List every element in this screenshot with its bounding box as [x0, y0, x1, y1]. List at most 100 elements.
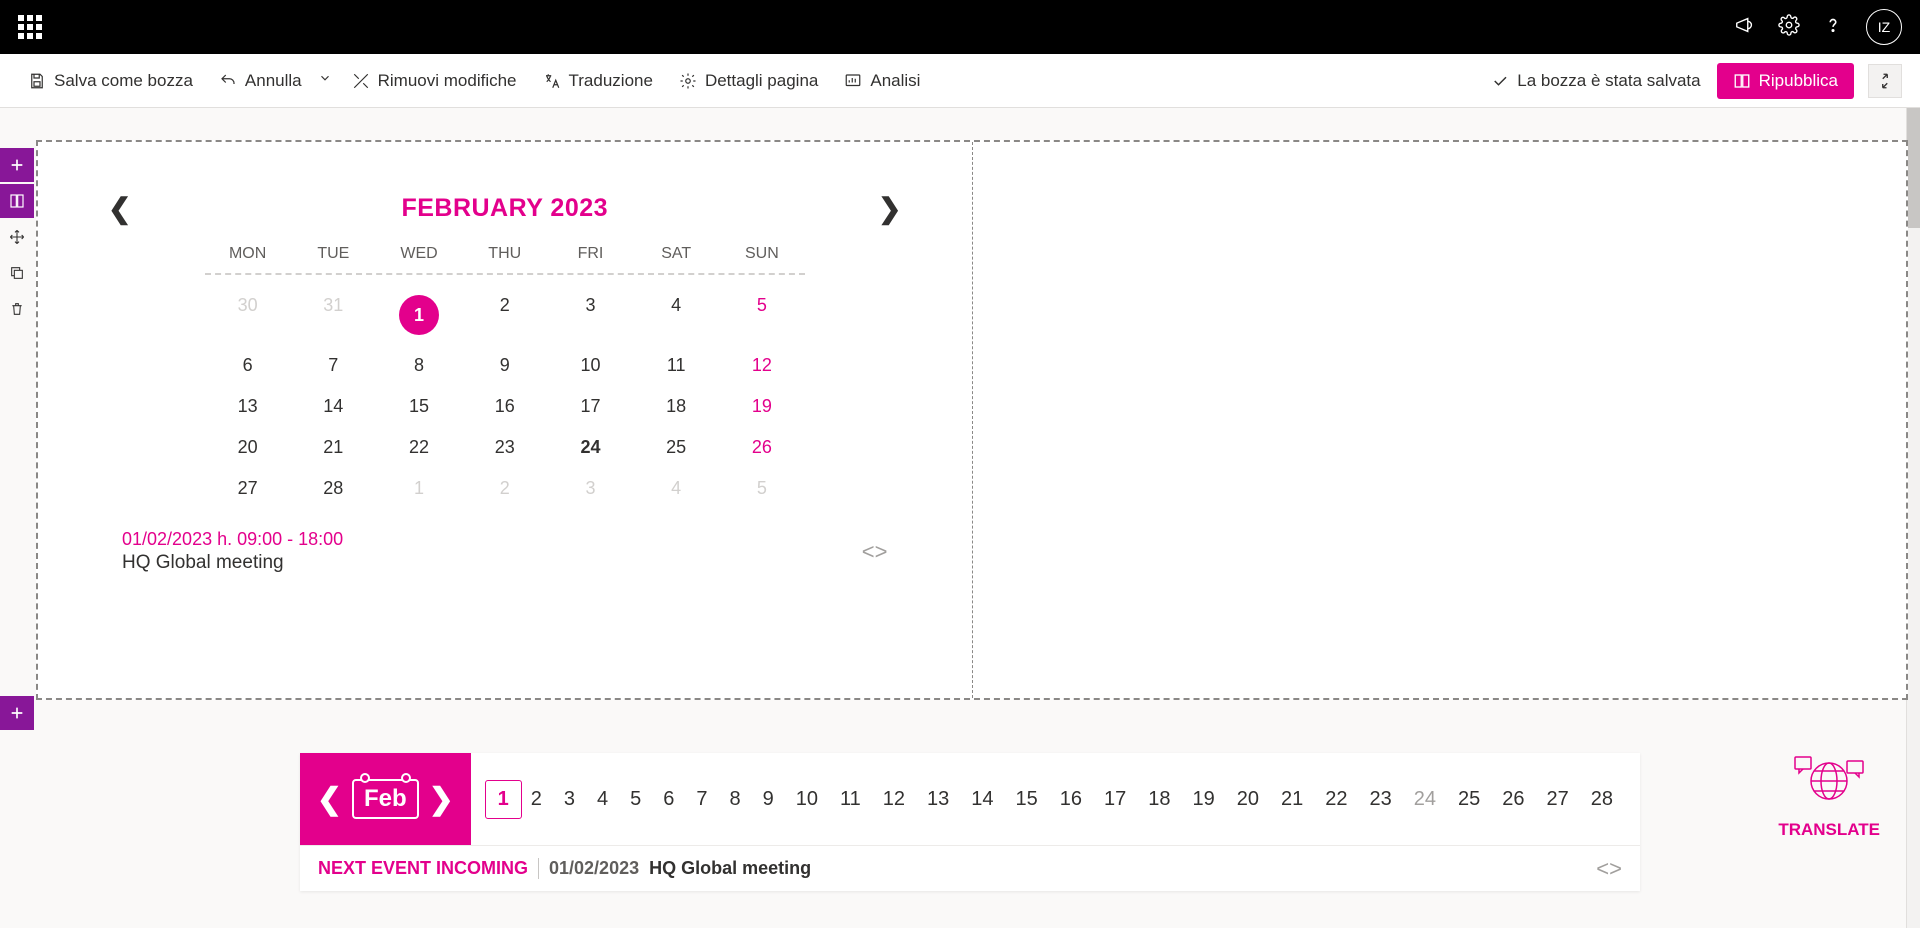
calendar-day[interactable]: 27	[205, 468, 291, 509]
calendar-day[interactable]: 11	[633, 345, 719, 386]
calendar-day[interactable]: 4	[633, 285, 719, 345]
calendar-day[interactable]: 31	[290, 285, 376, 345]
strip-day[interactable]: 25	[1447, 782, 1491, 817]
calendar-day[interactable]: 5	[719, 285, 805, 345]
calendar-day[interactable]: 21	[290, 427, 376, 468]
strip-day[interactable]: 19	[1182, 782, 1226, 817]
strip-day[interactable]: 18	[1137, 782, 1181, 817]
user-avatar[interactable]: IZ	[1866, 9, 1902, 45]
calendar-day[interactable]: 28	[290, 468, 376, 509]
strip-day[interactable]: 24	[1403, 782, 1447, 817]
embed-code-icon[interactable]: <>	[862, 539, 888, 565]
strip-embed-icon[interactable]: <>	[1596, 856, 1622, 882]
duplicate-webpart-button[interactable]	[0, 256, 34, 290]
calendar-day[interactable]: 2	[462, 285, 548, 345]
strip-day[interactable]: 12	[872, 782, 916, 817]
help-icon[interactable]	[1822, 14, 1844, 41]
strip-day[interactable]: 5	[619, 782, 652, 817]
undo-dropdown[interactable]	[314, 65, 336, 96]
collapse-button[interactable]	[1868, 64, 1902, 98]
calendar-day[interactable]: 17	[548, 386, 634, 427]
calendar-day[interactable]: 13	[205, 386, 291, 427]
strip-day[interactable]: 22	[1314, 782, 1358, 817]
calendar-day[interactable]: 9	[462, 345, 548, 386]
calendar-day[interactable]: 5	[719, 468, 805, 509]
strip-day[interactable]: 7	[685, 782, 718, 817]
calendar-day[interactable]: 23	[462, 427, 548, 468]
strip-day[interactable]: 2	[520, 782, 553, 817]
calendar-day[interactable]: 12	[719, 345, 805, 386]
app-launcher-icon[interactable]	[18, 15, 42, 39]
delete-webpart-button[interactable]	[0, 292, 34, 326]
calendar-day[interactable]: 26	[719, 427, 805, 468]
calendar-day[interactable]: 19	[719, 386, 805, 427]
calendar-day[interactable]: 15	[376, 386, 462, 427]
strip-day[interactable]: 17	[1093, 782, 1137, 817]
calendar-day[interactable]: 30	[205, 285, 291, 345]
undo-button[interactable]: Annulla	[209, 65, 312, 97]
strip-prev-icon[interactable]: ❮	[313, 782, 346, 817]
calendar-day[interactable]: 25	[633, 427, 719, 468]
strip-day[interactable]: 26	[1491, 782, 1535, 817]
edit-webpart-button[interactable]	[0, 184, 34, 218]
strip-month-selector: ❮ Feb ❯	[300, 753, 471, 845]
settings-gear-icon[interactable]	[1778, 14, 1800, 41]
page-details-button[interactable]: Dettagli pagina	[669, 65, 828, 97]
strip-day[interactable]: 3	[553, 782, 586, 817]
add-webpart-button[interactable]	[0, 148, 34, 182]
analytics-button[interactable]: Analisi	[834, 65, 930, 97]
calendar-day[interactable]: 3	[548, 285, 634, 345]
strip-day[interactable]: 23	[1359, 782, 1403, 817]
strip-day[interactable]: 9	[752, 782, 785, 817]
discard-changes-button[interactable]: Rimuovi modifiche	[342, 65, 527, 97]
calendar-day[interactable]: 8	[376, 345, 462, 386]
calendar-day[interactable]: 20	[205, 427, 291, 468]
calendar-day[interactable]: 18	[633, 386, 719, 427]
strip-day[interactable]: 28	[1580, 782, 1624, 817]
strip-next-event[interactable]: NEXT EVENT INCOMING 01/02/2023 HQ Global…	[300, 845, 1640, 891]
strip-day[interactable]: 4	[586, 782, 619, 817]
strip-day[interactable]: 15	[1005, 782, 1049, 817]
calendar-dow: WED	[376, 235, 462, 273]
strip-next-icon[interactable]: ❯	[425, 782, 458, 817]
republish-button[interactable]: Ripubblica	[1717, 63, 1854, 99]
strip-day[interactable]: 10	[785, 782, 829, 817]
calendar-day[interactable]: 7	[290, 345, 376, 386]
calendar-day[interactable]: 1	[376, 285, 462, 345]
section-two-column: ❮ FEBRUARY 2023 ❯ MONTUEWEDTHUFRISATSUN3…	[36, 140, 1908, 700]
calendar-day[interactable]: 14	[290, 386, 376, 427]
strip-next-title: HQ Global meeting	[649, 858, 811, 879]
strip-day[interactable]: 13	[916, 782, 960, 817]
move-webpart-button[interactable]	[0, 220, 34, 254]
strip-day[interactable]: 8	[718, 782, 751, 817]
strip-day[interactable]: 21	[1270, 782, 1314, 817]
add-section-button[interactable]	[0, 696, 34, 730]
save-draft-button[interactable]: Salva come bozza	[18, 65, 203, 97]
translate-widget[interactable]: TRANSLATE	[1778, 753, 1880, 840]
calendar-day[interactable]: 1	[376, 468, 462, 509]
strip-day[interactable]: 20	[1226, 782, 1270, 817]
calendar-day[interactable]: 10	[548, 345, 634, 386]
calendar-prev-icon[interactable]: ❮	[98, 192, 141, 225]
calendar-day[interactable]: 2	[462, 468, 548, 509]
calendar-day[interactable]: 24	[548, 427, 634, 468]
strip-day[interactable]: 27	[1536, 782, 1580, 817]
calendar-day[interactable]: 16	[462, 386, 548, 427]
calendar-day[interactable]: 22	[376, 427, 462, 468]
vertical-scrollbar[interactable]	[1906, 108, 1920, 928]
translate-button[interactable]: Traduzione	[533, 65, 663, 97]
calendar-day[interactable]: 4	[633, 468, 719, 509]
strip-day[interactable]: 16	[1049, 782, 1093, 817]
megaphone-icon[interactable]	[1734, 14, 1756, 41]
calendar-day[interactable]: 3	[548, 468, 634, 509]
calendar-next-icon[interactable]: ❯	[868, 192, 911, 225]
strip-day[interactable]: 6	[652, 782, 685, 817]
strip-day[interactable]: 1	[487, 782, 520, 817]
section-column-right[interactable]	[973, 142, 1907, 698]
section-column-left[interactable]: ❮ FEBRUARY 2023 ❯ MONTUEWEDTHUFRISATSUN3…	[38, 142, 972, 698]
strip-month-label[interactable]: Feb	[352, 779, 419, 819]
calendar-event-block[interactable]: 01/02/2023 h. 09:00 - 18:00 HQ Global me…	[122, 529, 888, 574]
strip-day[interactable]: 11	[829, 782, 872, 817]
strip-day[interactable]: 14	[960, 782, 1004, 817]
calendar-day[interactable]: 6	[205, 345, 291, 386]
